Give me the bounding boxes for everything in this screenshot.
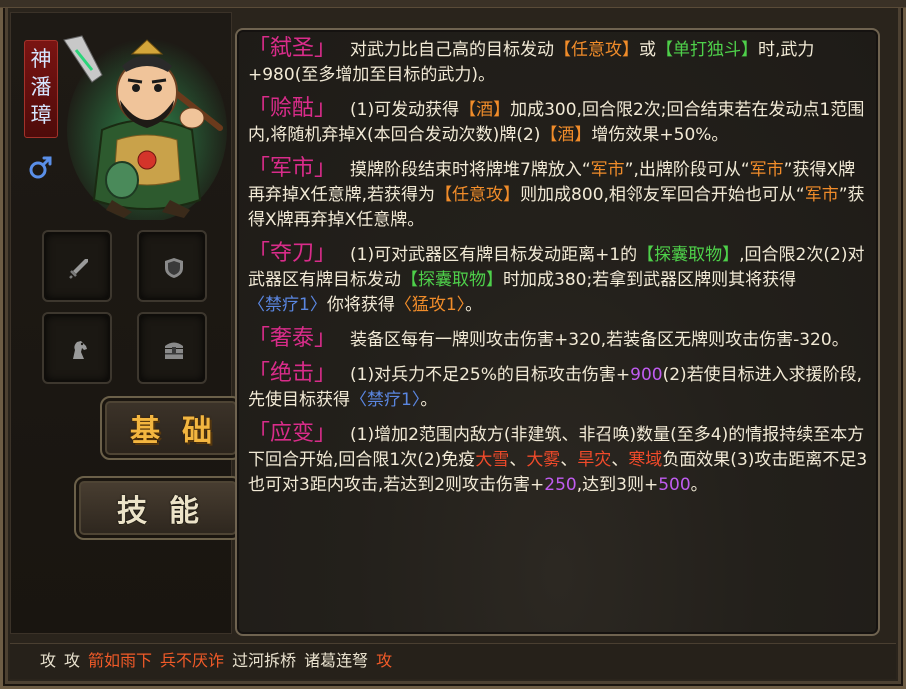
treasure-chest-icon — [165, 342, 183, 359]
skill-text: (1)对兵力不足25%的目标攻击伤害+ — [350, 365, 631, 385]
card-tag: 诸葛连弩 — [304, 651, 369, 670]
card-tags-bar: 攻攻箭如雨下 兵不厌诈 过河拆桥 诸葛连弩攻 — [10, 643, 896, 679]
skill-text: 。 — [465, 295, 483, 315]
skill-text: (1)可对武器区有牌目标发动距离+1的 — [350, 245, 638, 265]
skill-keyword: 【探囊取物】 — [401, 270, 503, 290]
skill-keyword: 〈禁疗1〉 — [248, 295, 327, 315]
skill-keyword: 军市 — [749, 160, 784, 180]
horse-icon — [73, 341, 87, 359]
treasure-slot[interactable] — [137, 312, 207, 384]
skill-text: 时加成380;若拿到武器区牌则其将获得 — [503, 270, 797, 290]
window-top-bar — [0, 0, 906, 8]
skill-text: 。 — [420, 390, 438, 410]
skill-text: ,达到3则+ — [576, 475, 659, 495]
skill-text: 对武力比自己高的目标发动 — [350, 40, 555, 60]
skill-text: 你将获得 — [326, 295, 395, 315]
mount-slot[interactable] — [42, 312, 112, 384]
skill-keyword: 〈禁疗1〉 — [350, 390, 421, 410]
skill-name: 「奢泰」 — [248, 326, 337, 351]
card-tag: 攻 — [40, 651, 57, 670]
skill-entry: 「夺刀」 (1)可对武器区有牌目标发动距离+1的【探囊取物】,回合限2次(2)对武… — [248, 241, 868, 318]
skill-keyword: 军市 — [804, 185, 839, 205]
armor-slot[interactable] — [137, 230, 207, 302]
skill-keyword: 大雪 — [475, 450, 510, 470]
card-tag: 攻 — [64, 651, 81, 670]
skill-keyword: 250 — [544, 475, 577, 495]
hero-name-char: 神 — [30, 47, 52, 71]
tab-basic[interactable]: 基础 — [100, 396, 242, 460]
skill-name: 「夺刀」 — [248, 241, 337, 266]
skill-entry: 「应变」 (1)增加2范围内敌方(非建筑、非召唤)数量(至多4)的情报持续至本方下… — [248, 421, 868, 498]
tab-skills[interactable]: 技能 — [74, 476, 242, 540]
skill-keyword: 900 — [630, 365, 663, 385]
skill-text: 装备区每有一牌则攻击伤害+320,若装备区无牌则攻击伤害-320。 — [350, 330, 849, 350]
shield-icon — [165, 258, 183, 278]
hero-name-char: 潘 — [30, 75, 52, 99]
skill-keyword: 【酒】 — [459, 100, 511, 120]
card-tag: 兵不厌诈 — [160, 651, 225, 670]
skill-name: 「应变」 — [248, 421, 337, 446]
card-tag: 攻 — [376, 651, 393, 670]
skill-entry: 「弑圣」 对武力比自己高的目标发动【任意攻】或【单打独斗】时,武力+980(至多增… — [248, 36, 868, 88]
skill-keyword: 【单打独斗】 — [656, 40, 759, 60]
skill-entry: 「军市」 摸牌阶段结束时将牌堆7牌放入“军市”,出牌阶段可从“军市”获得X牌再弃掉… — [248, 156, 868, 233]
hero-name: 神 潘 璋 — [24, 40, 58, 138]
skill-name: 「赊酤」 — [248, 96, 337, 121]
skill-keyword: 寒域 — [628, 450, 663, 470]
hero-portrait — [63, 35, 227, 220]
skill-keyword: 〈猛攻1〉 — [394, 295, 466, 315]
weapon-slot[interactable] — [42, 230, 112, 302]
skill-entry: 「赊酤」 (1)可发动获得【酒】加成300,回合限2次;回合结束若在发动点1范围内… — [248, 96, 868, 148]
skill-text: 则加成800,相邻友军回合开始也可从“ — [520, 185, 805, 205]
male-symbol-icon — [29, 156, 52, 179]
skill-text: 摸牌阶段结束时将牌堆7牌放入“ — [350, 160, 591, 180]
skill-entry: 「奢泰」 装备区每有一牌则攻击伤害+320,若装备区无牌则攻击伤害-320。 — [248, 326, 868, 353]
skill-keyword: 500 — [658, 475, 691, 495]
skill-text: 、 — [509, 450, 527, 470]
skill-keyword: 旱灾 — [577, 450, 612, 470]
skill-list: 「弑圣」 对武力比自己高的目标发动【任意攻】或【单打独斗】时,武力+980(至多增… — [248, 36, 868, 506]
sword-icon — [69, 259, 88, 279]
skill-text: 。 — [690, 475, 708, 495]
skill-keyword: 军市 — [590, 160, 625, 180]
hero-name-char: 璋 — [30, 103, 52, 127]
skill-text: 或 — [639, 40, 657, 60]
skill-name: 「绝击」 — [248, 361, 337, 386]
skill-text: 增伤效果+50%。 — [591, 125, 729, 145]
skill-text: 、 — [611, 450, 629, 470]
skill-keyword: 【酒】 — [540, 125, 592, 145]
skill-keyword: 【任意攻】 — [554, 40, 640, 60]
skill-entry: 「绝击」 (1)对兵力不足25%的目标攻击伤害+900(2)若使目标进入求援阶段,… — [248, 361, 868, 413]
skill-text: ”,出牌阶段可从“ — [624, 160, 750, 180]
skill-keyword: 大雾 — [526, 450, 561, 470]
skill-name: 「军市」 — [248, 156, 337, 181]
card-tag: 箭如雨下 — [88, 651, 153, 670]
skill-keyword: 【探囊取物】 — [637, 245, 740, 265]
skill-text: 、 — [560, 450, 578, 470]
skill-text: (1)可发动获得 — [350, 100, 460, 120]
skill-name: 「弑圣」 — [248, 36, 337, 61]
skill-keyword: 【任意攻】 — [435, 185, 521, 205]
card-tag: 过河拆桥 — [232, 651, 297, 670]
